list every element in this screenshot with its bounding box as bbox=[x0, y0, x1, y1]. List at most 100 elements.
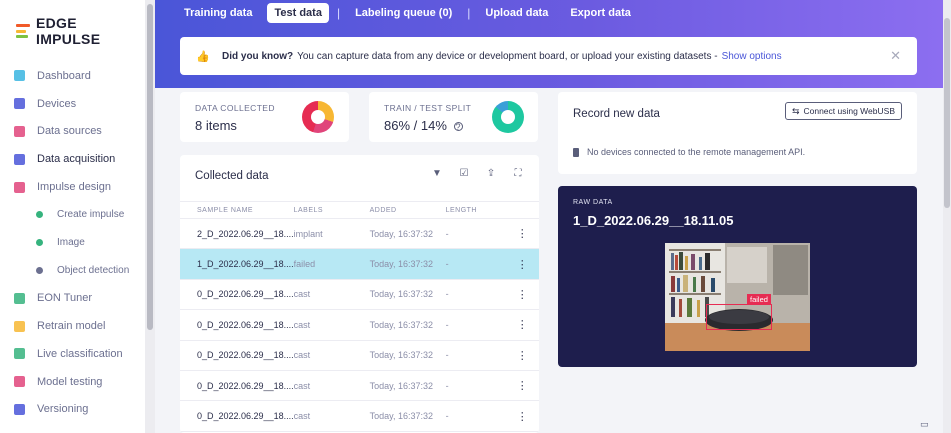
sidebar-item-create-impulse[interactable]: Create impulse bbox=[0, 201, 145, 229]
tab-labeling-queue-0[interactable]: Labeling queue (0) bbox=[348, 3, 459, 23]
row-menu-icon[interactable]: ⋮ bbox=[517, 380, 528, 392]
logo[interactable]: EDGE IMPULSE bbox=[16, 15, 145, 47]
collected-data-toolbar: ▼ ☑ ⇪ ⛶ bbox=[432, 169, 523, 179]
table-row[interactable]: 1_D_2022.06.29__18.... failed Today, 16:37… bbox=[180, 248, 539, 280]
help-icon[interactable]: ? bbox=[453, 122, 463, 132]
sidebar-item-label: Create impulse bbox=[57, 209, 125, 221]
connect-webusb-button[interactable]: ⇆ Connect using WebUSB bbox=[784, 102, 902, 120]
sidebar-nav: Dashboard Devices Data sources Data acquisi… bbox=[0, 62, 145, 423]
row-menu-icon[interactable]: ⋮ bbox=[517, 411, 528, 423]
sidebar-item-image[interactable]: Image bbox=[0, 229, 145, 257]
sample-name-cell: 1_D_2022.06.29__18.... bbox=[180, 248, 294, 280]
tab-training-data[interactable]: Training data bbox=[177, 3, 259, 23]
sidebar-item-retrain-model[interactable]: Retrain model bbox=[0, 312, 145, 340]
sidebar-item-data-sources[interactable]: Data sources bbox=[0, 118, 145, 146]
col-labels[interactable]: LABELS bbox=[293, 201, 370, 219]
database-icon bbox=[14, 153, 25, 165]
select-icon[interactable]: ☑ bbox=[459, 169, 469, 179]
row-menu-icon[interactable]: ⋮ bbox=[517, 259, 528, 271]
data-collected-card: DATA COLLECTED 8 items bbox=[180, 92, 349, 142]
filter-icon[interactable]: ▼ bbox=[432, 169, 442, 179]
bounding-box-label: failed bbox=[747, 294, 771, 305]
sidebar-item-label: Dashboard bbox=[37, 69, 91, 82]
show-options-link[interactable]: Show options bbox=[722, 51, 782, 62]
tuner-icon bbox=[14, 292, 25, 304]
table-row[interactable]: 0_D_2022.06.29__18.... cast Today, 16:37:3… bbox=[180, 279, 539, 311]
sidebar-item-impulse-design[interactable]: Impulse design bbox=[0, 173, 145, 201]
usb-icon: ⇆ bbox=[791, 105, 800, 116]
upload-icon[interactable]: ⇪ bbox=[486, 169, 496, 179]
row-menu-icon[interactable]: ⋮ bbox=[517, 350, 528, 362]
actions-cell: ⋮ bbox=[505, 309, 539, 341]
sidebar-item-eon-tuner[interactable]: EON Tuner bbox=[0, 284, 145, 312]
bullet-icon bbox=[36, 239, 43, 247]
shuffle-icon bbox=[14, 320, 25, 332]
actions-cell: ⋮ bbox=[505, 279, 539, 311]
did-you-know-banner: 👍 Did you know? You can capture data fro… bbox=[180, 37, 917, 75]
bullet-icon bbox=[36, 266, 43, 274]
label-cell: cast bbox=[293, 309, 370, 341]
bounding-box bbox=[706, 304, 772, 330]
thumbs-up-icon: 👍 bbox=[196, 50, 210, 63]
table-row[interactable]: 0_D_2022.06.29__18.... cast Today, 16:37:3… bbox=[180, 309, 539, 341]
chip-icon bbox=[14, 98, 25, 110]
sidebar-item-dashboard[interactable]: Dashboard bbox=[0, 62, 145, 90]
col-added[interactable]: ADDED bbox=[369, 201, 446, 219]
tools-icon bbox=[14, 125, 25, 137]
sidebar-scrollbar[interactable] bbox=[145, 0, 155, 433]
expand-icon[interactable]: ⛶ bbox=[513, 169, 523, 179]
tip-text: You can capture data from any device or … bbox=[297, 50, 718, 62]
live-icon bbox=[14, 348, 25, 360]
close-icon[interactable]: ✕ bbox=[890, 48, 901, 64]
length-cell: - bbox=[445, 400, 506, 432]
branch-icon bbox=[14, 403, 25, 415]
added-cell: Today, 16:37:32 bbox=[369, 370, 446, 402]
col-length[interactable]: LENGTH bbox=[445, 201, 506, 219]
tab-test-data[interactable]: Test data bbox=[267, 3, 329, 23]
split-label: TRAIN / TEST SPLIT bbox=[384, 103, 472, 113]
page-scrollbar[interactable] bbox=[943, 0, 951, 433]
added-cell: Today, 16:37:32 bbox=[369, 279, 446, 311]
sidebar-item-object-detection[interactable]: Object detection bbox=[0, 257, 145, 285]
table-row[interactable]: 0_D_2022.06.29__18.... cast Today, 16:37:3… bbox=[180, 400, 539, 432]
length-cell: - bbox=[445, 340, 506, 371]
table-row[interactable]: 0_D_2022.06.29__18.... cast Today, 16:37:3… bbox=[180, 370, 539, 402]
sidebar-item-model-testing[interactable]: Model testing bbox=[0, 368, 145, 396]
sidebar-item-versioning[interactable]: Versioning bbox=[0, 396, 145, 424]
sidebar: EDGE IMPULSE Dashboard Devices Data source… bbox=[0, 0, 145, 433]
sample-name-cell: 0_D_2022.06.29__18.... bbox=[180, 340, 294, 371]
sidebar-item-label: Data sources bbox=[37, 125, 102, 138]
page-scrollbar-thumb[interactable] bbox=[944, 18, 950, 208]
sidebar-item-label: Image bbox=[57, 237, 85, 249]
label-cell: failed bbox=[293, 248, 370, 280]
sample-name-cell: 0_D_2022.06.29__18.... bbox=[180, 309, 294, 341]
sample-image: failed bbox=[665, 243, 810, 351]
length-cell: - bbox=[445, 309, 506, 341]
label-cell: cast bbox=[293, 370, 370, 402]
actions-cell: ⋮ bbox=[505, 218, 539, 250]
split-donut bbox=[492, 101, 524, 133]
sidebar-item-data-acquisition[interactable]: Data acquisition bbox=[0, 145, 145, 173]
sidebar-item-live-classification[interactable]: Live classification bbox=[0, 340, 145, 368]
tip-title: Did you know? bbox=[222, 50, 294, 62]
tab-export-data[interactable]: Export data bbox=[563, 3, 638, 23]
col-sample-name[interactable]: SAMPLE NAME bbox=[180, 201, 294, 219]
table-row[interactable]: 2_D_2022.06.29__18.... implant Today, 16:3… bbox=[180, 218, 539, 250]
data-collected-value: 8 items bbox=[195, 118, 237, 133]
added-cell: Today, 16:37:32 bbox=[369, 218, 446, 250]
row-menu-icon[interactable]: ⋮ bbox=[517, 228, 528, 240]
split-value-row: 86% / 14% ? bbox=[384, 118, 471, 133]
row-menu-icon[interactable]: ⋮ bbox=[517, 319, 528, 331]
bullet-icon bbox=[36, 211, 43, 219]
sidebar-item-devices[interactable]: Devices bbox=[0, 90, 145, 118]
sidebar-scrollbar-thumb[interactable] bbox=[147, 4, 153, 330]
pulse-icon bbox=[14, 181, 25, 193]
tab-upload-data[interactable]: Upload data bbox=[478, 3, 555, 23]
samples-table-body: 2_D_2022.06.29__18.... implant Today, 16:3… bbox=[180, 218, 539, 432]
added-cell: Today, 16:37:32 bbox=[369, 309, 446, 341]
col-actions bbox=[505, 201, 539, 219]
row-menu-icon[interactable]: ⋮ bbox=[517, 289, 528, 301]
chat-icon[interactable]: ▭ bbox=[920, 419, 929, 430]
table-row[interactable]: 0_D_2022.06.29__18.... cast Today, 16:37:3… bbox=[180, 340, 539, 371]
sample-photo-illustration bbox=[665, 243, 810, 351]
